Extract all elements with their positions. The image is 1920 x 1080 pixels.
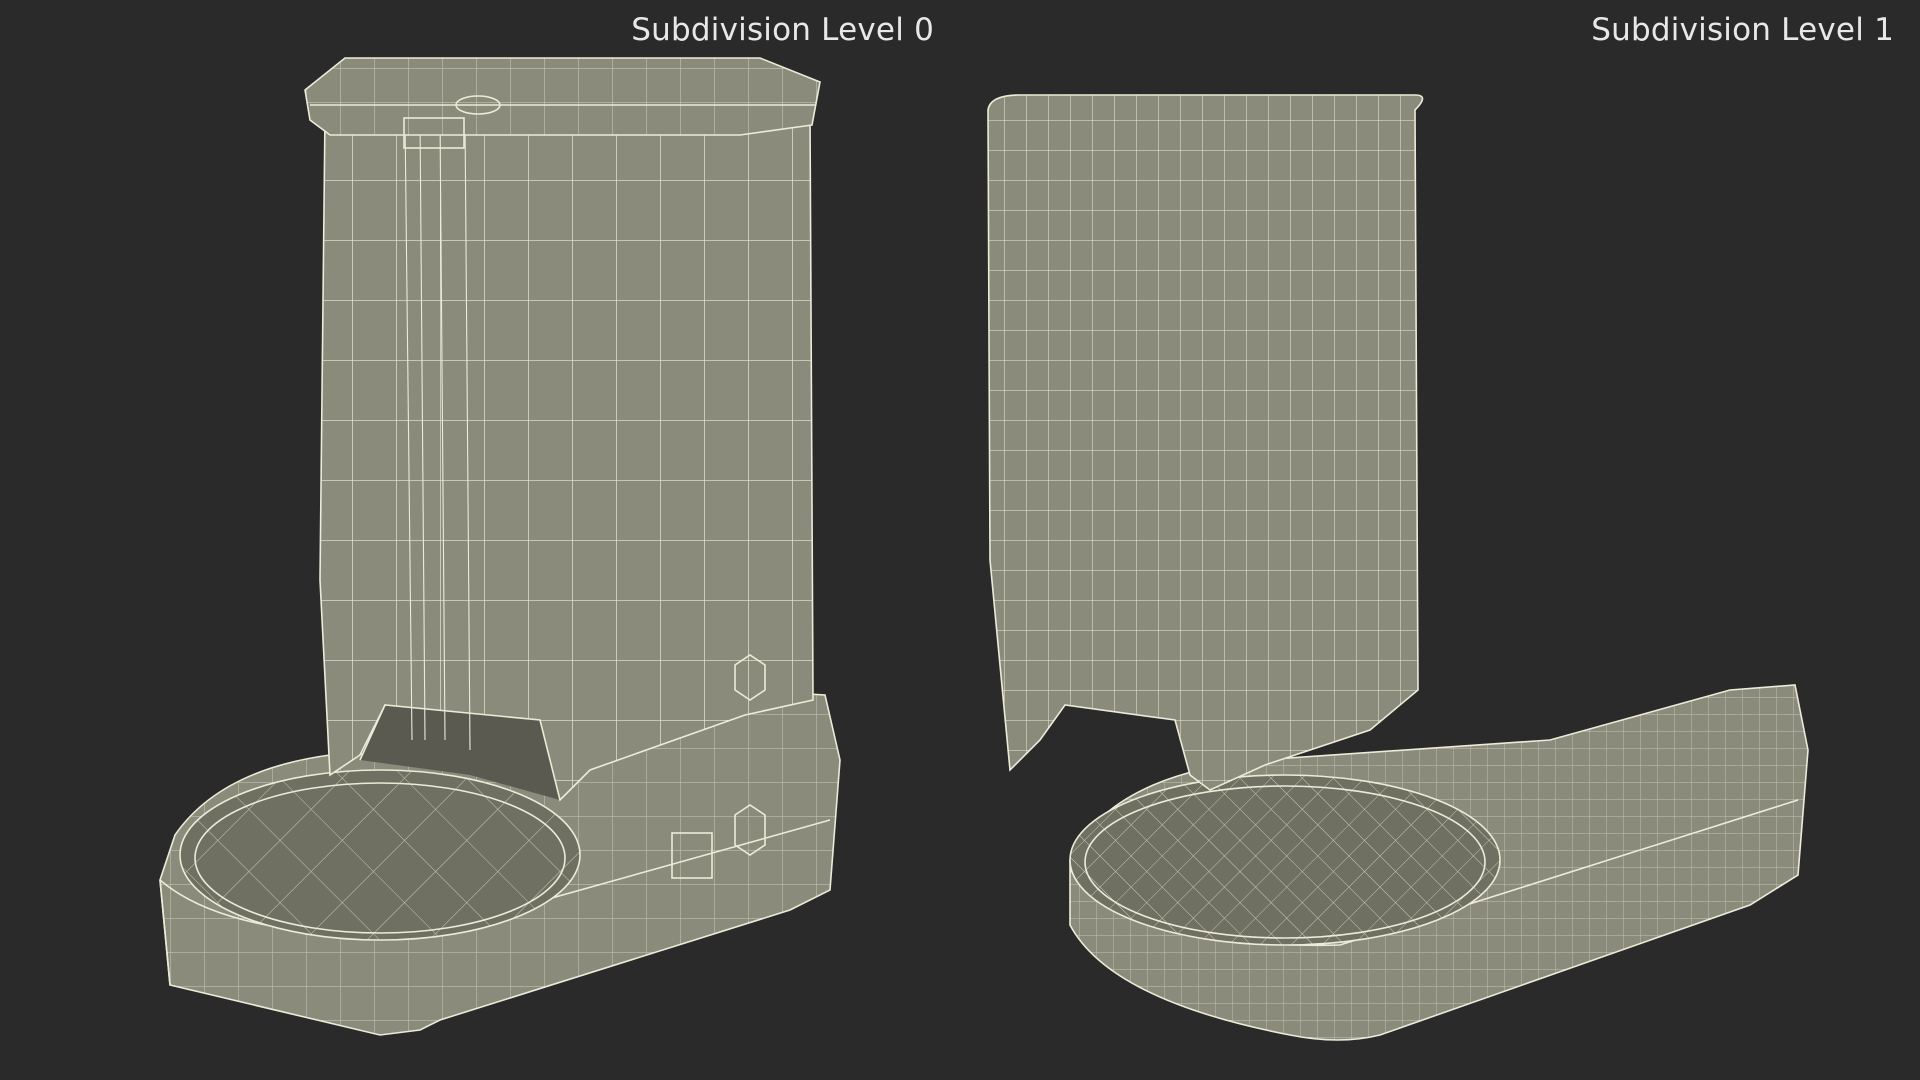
feeder-bowl (179, 769, 581, 941)
pet-feeder-tower-level-1 (960, 0, 1920, 1080)
feeder-lid (304, 57, 821, 149)
pet-feeder-wireframe-level-0 (159, 57, 841, 1036)
render-viewport: Subdivision Level 0 Subdivision Level 1 (0, 0, 1920, 1080)
subdivision-level-0-panel: Subdivision Level 0 (0, 0, 960, 1080)
subdivision-level-1-panel: Subdivision Level 1 (960, 0, 1920, 1080)
